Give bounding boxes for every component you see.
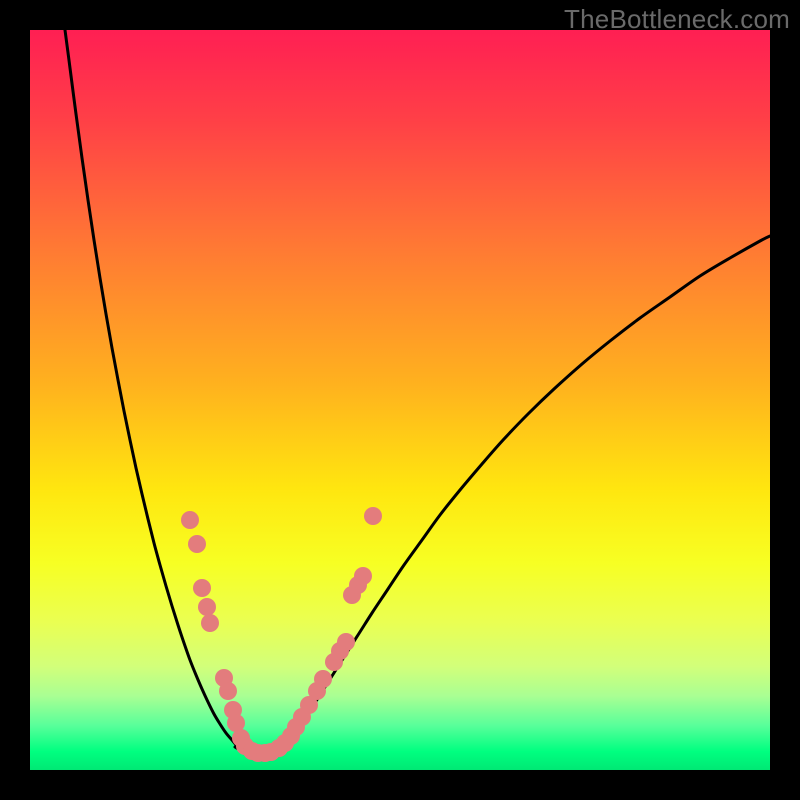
chart-frame: TheBottleneck.com [0, 0, 800, 800]
curve-layer [30, 30, 770, 770]
marker-dot [219, 682, 237, 700]
marker-dot [198, 598, 216, 616]
marker-dot [354, 567, 372, 585]
scatter-markers [181, 507, 382, 762]
marker-dot [337, 633, 355, 651]
plot-area [30, 30, 770, 770]
marker-dot [181, 511, 199, 529]
marker-dot [314, 670, 332, 688]
curve-left [65, 30, 243, 750]
curve-lines [65, 30, 770, 755]
marker-dot [188, 535, 206, 553]
marker-dot [193, 579, 211, 597]
curve-right [278, 236, 770, 750]
marker-dot [201, 614, 219, 632]
marker-dot [364, 507, 382, 525]
